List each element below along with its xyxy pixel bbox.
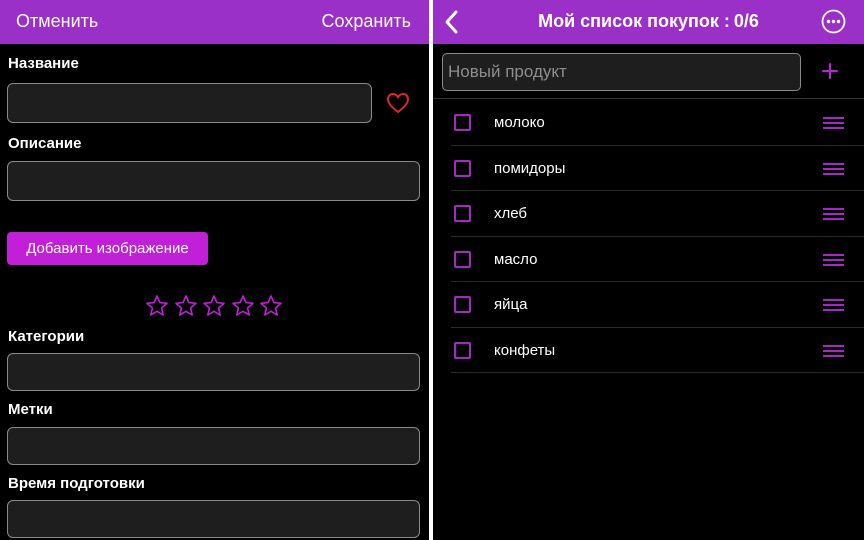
- prep-time-field[interactable]: [7, 500, 420, 538]
- star-icon[interactable]: [231, 294, 255, 318]
- new-item-bar: [433, 44, 864, 99]
- item-label: помидоры: [494, 159, 566, 177]
- star-icon[interactable]: [174, 294, 198, 318]
- categories-input[interactable]: [8, 354, 419, 390]
- item-checkbox[interactable]: [454, 205, 471, 222]
- description-input[interactable]: [8, 162, 419, 200]
- new-item-field[interactable]: [442, 53, 801, 91]
- plus-icon[interactable]: [820, 61, 840, 81]
- save-button[interactable]: Сохранить: [322, 0, 411, 44]
- rating-stars: [145, 294, 285, 320]
- drag-handle-icon[interactable]: [823, 344, 844, 357]
- description-field[interactable]: [7, 161, 420, 201]
- item-label: конфеты: [494, 341, 556, 359]
- item-checkbox[interactable]: [454, 296, 471, 313]
- cancel-button[interactable]: Отменить: [16, 0, 98, 44]
- categories-field[interactable]: [7, 353, 420, 391]
- more-icon[interactable]: [821, 9, 846, 34]
- item-checkbox[interactable]: [454, 114, 471, 131]
- chevron-left-icon[interactable]: [443, 9, 459, 35]
- add-image-button[interactable]: Добавить изображение: [7, 232, 208, 265]
- drag-handle-icon[interactable]: [823, 162, 844, 175]
- drag-handle-icon[interactable]: [823, 117, 844, 129]
- item-label: хлеб: [494, 205, 528, 222]
- new-item-input[interactable]: [443, 54, 800, 90]
- prep-time-input[interactable]: [8, 501, 419, 537]
- tags-label: Метки: [8, 401, 53, 418]
- name-input[interactable]: [8, 84, 371, 122]
- star-icon[interactable]: [202, 294, 226, 318]
- list-item[interactable]: конфеты: [433, 328, 864, 373]
- shopping-list-panel: Мой список покупок :0/6 молоко помидоры хл…: [433, 0, 864, 540]
- drag-handle-icon[interactable]: [823, 208, 844, 220]
- shopping-list-header: Мой список покупок :0/6: [433, 0, 864, 44]
- list-item[interactable]: яйца: [433, 282, 864, 328]
- tags-field[interactable]: [7, 427, 420, 465]
- shopping-list: молоко помидоры хлеб масло яйца конфеты: [433, 100, 864, 373]
- list-item[interactable]: помидоры: [433, 146, 864, 191]
- description-label: Описание: [8, 135, 82, 152]
- name-field[interactable]: [7, 83, 372, 123]
- categories-label: Категории: [8, 328, 85, 345]
- item-label: масло: [494, 250, 538, 268]
- drag-handle-icon[interactable]: [823, 299, 844, 311]
- page-title: Мой список покупок :0/6: [433, 0, 864, 44]
- list-item[interactable]: молоко: [433, 100, 864, 146]
- item-checkbox[interactable]: [454, 250, 471, 268]
- edit-header: Отменить Сохранить: [0, 0, 429, 44]
- item-count: 0/6: [733, 11, 759, 31]
- name-label: Название: [8, 55, 79, 72]
- recipe-edit-panel: Отменить Сохранить Название Описание Доб…: [0, 0, 429, 540]
- tags-input[interactable]: [8, 428, 419, 464]
- drag-handle-icon[interactable]: [823, 253, 844, 266]
- list-item[interactable]: хлеб: [433, 191, 864, 237]
- list-item[interactable]: масло: [433, 237, 864, 282]
- item-checkbox[interactable]: [454, 159, 471, 177]
- item-checkbox[interactable]: [454, 341, 471, 359]
- title-text: Мой список покупок :: [538, 11, 730, 31]
- item-label: молоко: [494, 114, 545, 131]
- heart-icon[interactable]: [386, 92, 410, 114]
- star-icon[interactable]: [259, 294, 283, 318]
- item-label: яйца: [494, 296, 528, 313]
- list-divider: [451, 372, 864, 373]
- star-icon[interactable]: [145, 294, 169, 318]
- prep-time-label: Время подготовки: [8, 475, 145, 492]
